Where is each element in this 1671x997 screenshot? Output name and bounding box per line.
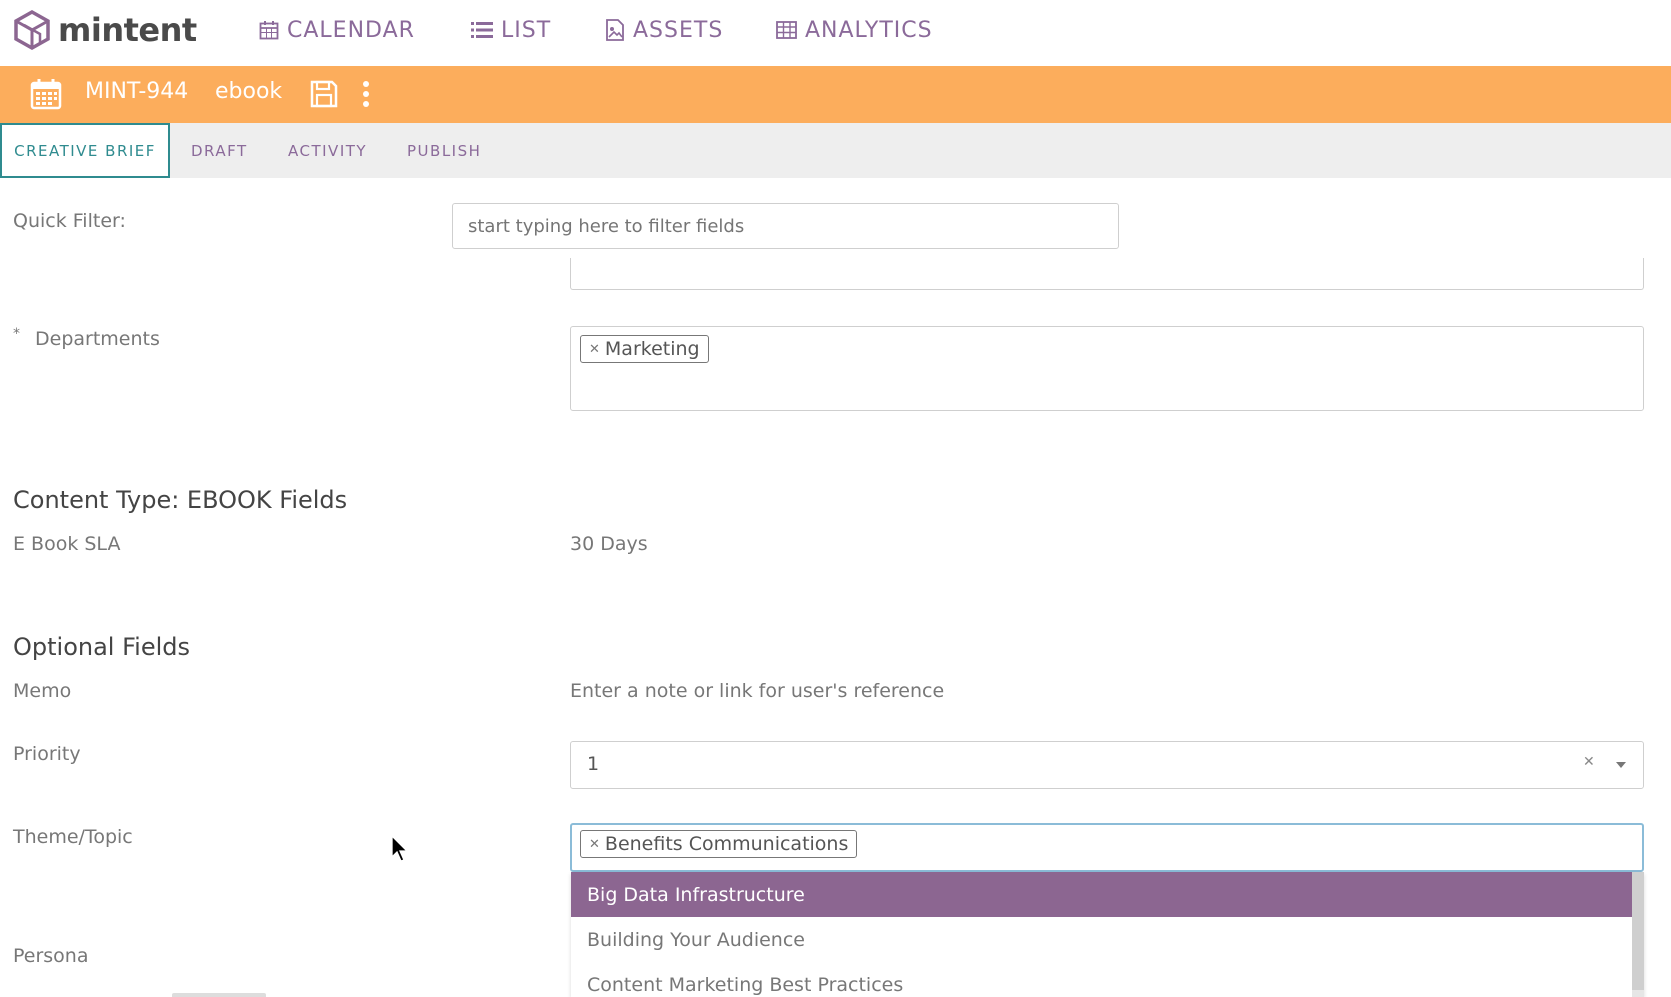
tab-bar bbox=[0, 123, 1671, 178]
tab-activity[interactable]: ACTIVITY bbox=[288, 123, 367, 178]
mintent-logo-icon bbox=[14, 10, 50, 50]
calendar-icon bbox=[259, 21, 279, 40]
tag-label: Marketing bbox=[604, 338, 700, 360]
table-icon bbox=[776, 21, 797, 39]
optional-fields-heading: Optional Fields bbox=[13, 633, 190, 661]
ebook-sla-label: E Book SLA bbox=[13, 533, 121, 555]
priority-value: 1 bbox=[587, 753, 600, 775]
list-icon bbox=[471, 22, 493, 38]
departments-multiselect[interactable]: ✕ Marketing bbox=[570, 326, 1644, 411]
persona-control-edge[interactable] bbox=[172, 993, 266, 997]
app-logo[interactable]: mintent bbox=[14, 10, 197, 50]
dropdown-scroll-thumb[interactable] bbox=[1632, 872, 1644, 990]
nav-assets[interactable]: ASSETS bbox=[605, 14, 723, 46]
tab-draft[interactable]: DRAFT bbox=[191, 123, 248, 178]
clear-icon[interactable]: ✕ bbox=[1583, 754, 1595, 770]
item-id: MINT-944 bbox=[85, 79, 189, 104]
dropdown-option[interactable]: Building Your Audience bbox=[571, 917, 1644, 962]
theme-topic-label: Theme/Topic bbox=[13, 826, 133, 848]
ebook-sla-value: 30 Days bbox=[570, 533, 648, 555]
tab-publish[interactable]: PUBLISH bbox=[407, 123, 481, 178]
app-name: mintent bbox=[58, 11, 197, 49]
mouse-cursor-icon bbox=[391, 835, 409, 862]
memo-field[interactable]: Enter a note or link for user's referenc… bbox=[570, 680, 944, 702]
nav-calendar[interactable]: CALENDAR bbox=[259, 14, 415, 46]
dropdown-option[interactable]: Big Data Infrastructure bbox=[571, 872, 1644, 917]
nav-assets-label: ASSETS bbox=[633, 17, 724, 43]
tag-chip: ✕ Benefits Communications bbox=[580, 830, 858, 858]
priority-label: Priority bbox=[13, 743, 81, 765]
save-icon[interactable] bbox=[310, 80, 338, 108]
content-type-heading: Content Type: EBOOK Fields bbox=[13, 486, 348, 514]
departments-label: Departments bbox=[35, 328, 160, 350]
nav-analytics-label: ANALYTICS bbox=[805, 17, 933, 43]
dropdown-option[interactable]: Content Marketing Best Practices bbox=[571, 962, 1644, 997]
item-type: ebook bbox=[215, 79, 283, 104]
image-icon bbox=[606, 19, 624, 41]
dropdown-scrollbar[interactable] bbox=[1632, 872, 1644, 997]
tag-chip: ✕ Marketing bbox=[580, 335, 709, 363]
priority-select[interactable]: 1 ✕ bbox=[570, 741, 1644, 789]
tag-label: Benefits Communications bbox=[604, 833, 849, 855]
remove-tag-icon[interactable]: ✕ bbox=[589, 342, 600, 357]
nav-calendar-label: CALENDAR bbox=[287, 17, 415, 43]
more-options-icon[interactable] bbox=[361, 80, 371, 108]
tab-creative-brief[interactable]: CREATIVE BRIEF bbox=[0, 123, 170, 178]
quick-filter-input[interactable] bbox=[452, 203, 1119, 249]
nav-list[interactable]: LIST bbox=[471, 14, 551, 46]
nav-list-label: LIST bbox=[501, 17, 552, 43]
persona-label: Persona bbox=[13, 945, 89, 967]
previous-field-input[interactable] bbox=[570, 258, 1644, 290]
required-marker: * bbox=[13, 326, 20, 342]
nav-analytics[interactable]: ANALYTICS bbox=[776, 14, 933, 46]
theme-topic-dropdown: Big Data Infrastructure Building Your Au… bbox=[571, 872, 1644, 997]
quick-filter-label: Quick Filter: bbox=[13, 210, 126, 232]
theme-topic-multiselect[interactable]: ✕ Benefits Communications bbox=[570, 823, 1644, 872]
remove-tag-icon[interactable]: ✕ bbox=[589, 837, 600, 852]
chevron-down-icon[interactable] bbox=[1616, 762, 1626, 769]
calendar-icon[interactable] bbox=[30, 78, 62, 110]
memo-label: Memo bbox=[13, 680, 72, 702]
